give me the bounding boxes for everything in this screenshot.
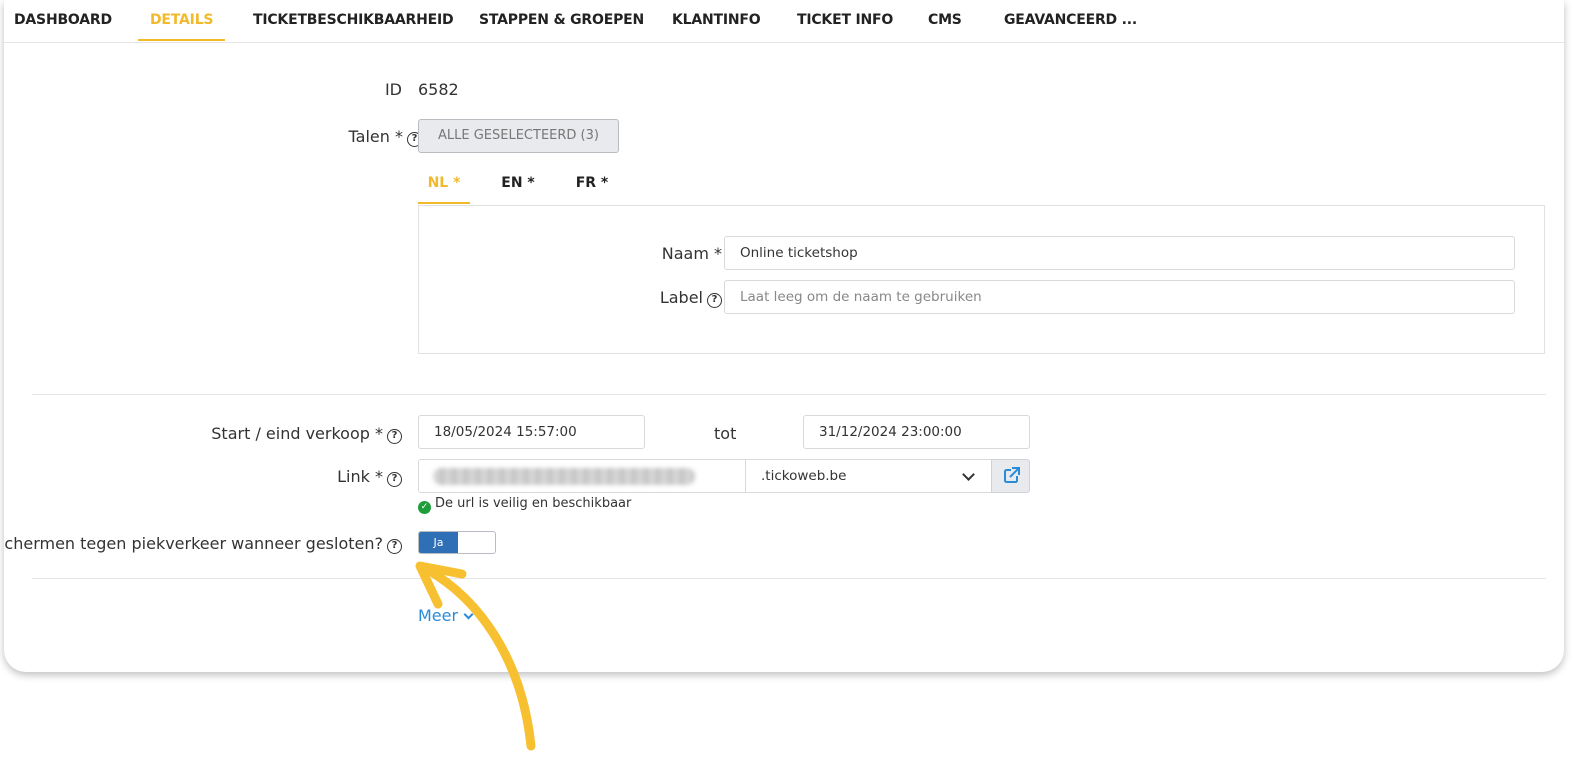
link-label: Link *? [337, 467, 402, 487]
verkoop-label: Start / eind verkoop *? [211, 424, 402, 444]
tab-geavanceerd[interactable]: GEAVANCEERD ... [1004, 0, 1137, 42]
end-date-input[interactable]: 31/12/2024 23:00:00 [803, 415, 1030, 449]
more-label: Meer [418, 606, 459, 625]
domain-select[interactable]: .tickoweb.be [745, 459, 992, 493]
tab-details[interactable]: DETAILS [137, 0, 226, 42]
details-card: DASHBOARD DETAILS TICKETBESCHIKBAARHEID … [4, 0, 1564, 672]
piek-toggle[interactable]: Ja [418, 531, 496, 554]
start-date-input[interactable]: 18/05/2024 15:57:00 [418, 415, 645, 449]
lang-tab-en[interactable]: EN * [492, 170, 544, 204]
label-label-text: Label [659, 288, 703, 307]
id-label: ID [384, 80, 402, 99]
tab-stappen-groepen[interactable]: STAPPEN & GROEPEN [479, 0, 644, 42]
url-status: ✓ De url is veilig en beschikbaar [418, 496, 631, 514]
tot-label: tot [714, 424, 737, 443]
url-status-text: De url is veilig en beschikbaar [435, 496, 632, 511]
piek-label-text: Beschermen tegen piekverkeer wanneer ges… [4, 534, 383, 553]
help-icon[interactable]: ? [387, 429, 402, 444]
divider [32, 394, 1546, 395]
domain-value: .tickoweb.be [761, 468, 847, 484]
label-input[interactable]: Laat leeg om de naam te gebruiken [724, 280, 1515, 314]
language-panel: Naam * Online ticketshop Label? Laat lee… [418, 205, 1545, 354]
talen-label: Talen *? [349, 127, 422, 147]
blurred-slug [433, 468, 695, 485]
open-link-button[interactable] [991, 459, 1030, 493]
languages-select-button[interactable]: ALLE GESELECTEERD (3) [418, 119, 619, 153]
chevron-down-icon [463, 609, 474, 620]
more-link[interactable]: Meer [418, 606, 474, 625]
tab-ticketbeschikbaarheid[interactable]: TICKETBESCHIKBAARHEID [253, 0, 454, 42]
chevron-down-icon [962, 468, 975, 481]
tab-dashboard[interactable]: DASHBOARD [14, 0, 112, 42]
help-icon[interactable]: ? [387, 539, 402, 554]
toggle-on-label: Ja [419, 532, 458, 553]
check-circle-icon: ✓ [418, 501, 431, 514]
verkoop-label-text: Start / eind verkoop * [211, 424, 383, 443]
external-link-icon [1004, 467, 1020, 483]
help-icon[interactable]: ? [387, 472, 402, 487]
lang-tab-nl[interactable]: NL * [418, 170, 470, 204]
divider [32, 578, 1546, 579]
tab-cms[interactable]: CMS [928, 0, 962, 42]
main-tabs: DASHBOARD DETAILS TICKETBESCHIKBAARHEID … [4, 0, 1564, 43]
id-value: 6582 [418, 80, 459, 99]
piek-label: Beschermen tegen piekverkeer wanneer ges… [4, 534, 402, 554]
lang-tab-fr[interactable]: FR * [566, 170, 618, 204]
talen-label-text: Talen * [348, 127, 403, 146]
help-icon[interactable]: ? [707, 293, 722, 308]
link-label-text: Link * [337, 467, 383, 486]
naam-input[interactable]: Online ticketshop [724, 236, 1515, 270]
tab-ticket-info[interactable]: TICKET INFO [797, 0, 893, 42]
naam-label: Naam * [661, 244, 722, 263]
link-slug-input[interactable] [418, 459, 746, 493]
tab-klantinfo[interactable]: KLANTINFO [672, 0, 761, 42]
label-label: Label? [660, 288, 722, 308]
